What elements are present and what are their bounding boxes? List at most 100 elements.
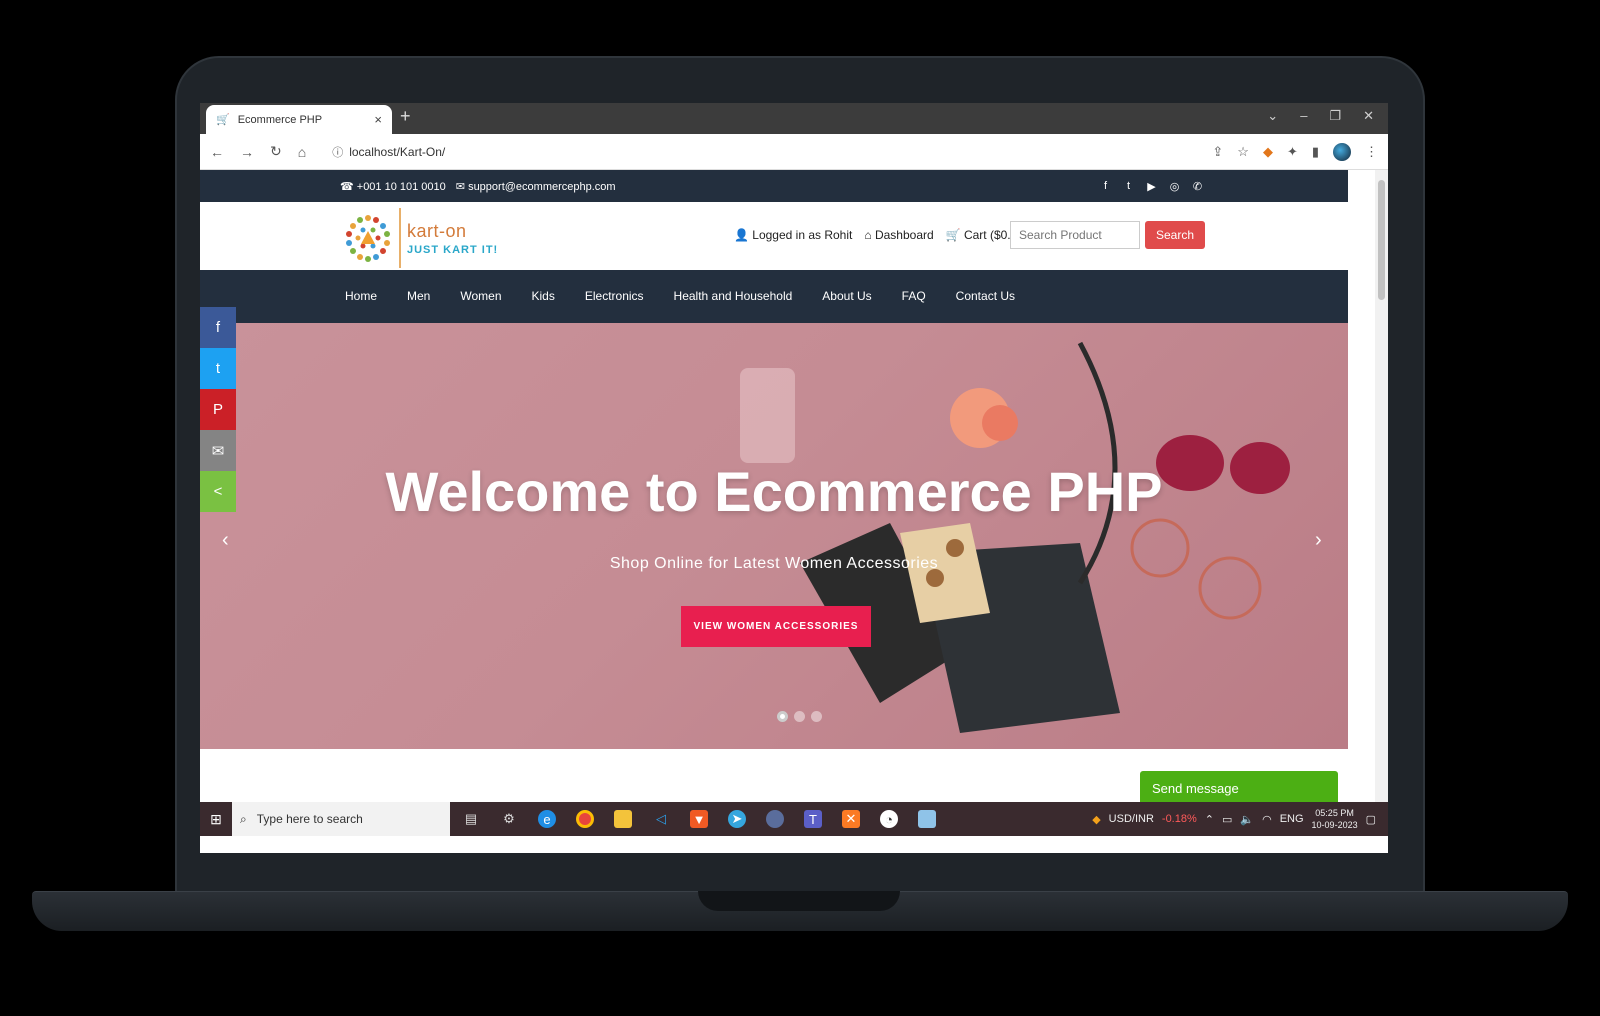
carousel-dot-1[interactable]	[777, 711, 788, 722]
twitter-icon[interactable]: t	[1123, 180, 1134, 193]
bookmark-star-icon[interactable]: ☆	[1237, 144, 1249, 160]
home-icon[interactable]: ⌂	[298, 144, 306, 160]
laptop-notch	[698, 891, 900, 911]
taskbar-apps: ▤ ⚙ e ◁ ▼ ➤ T ✕ ◔	[462, 810, 936, 828]
brand-tagline: JUST KART IT!	[407, 243, 499, 256]
nav-item-kids[interactable]: Kids	[532, 289, 555, 303]
battery-icon[interactable]: ▭	[1222, 813, 1232, 826]
email-contact[interactable]: ✉ support@ecommercephp.com	[456, 180, 616, 193]
clock-app-icon[interactable]: ◔	[880, 810, 898, 828]
main-navigation: Home Men Women Kids Electronics Health a…	[200, 270, 1348, 323]
windows-start-icon[interactable]: ⊞	[200, 811, 232, 828]
language-indicator[interactable]: ENG	[1280, 813, 1304, 825]
logged-in-label: Logged in as Rohit	[752, 228, 853, 242]
chrome-icon[interactable]	[576, 810, 594, 828]
brave-icon[interactable]: ▼	[690, 810, 708, 828]
ticker-icon: ◆	[1092, 813, 1101, 826]
share-page-icon[interactable]: ⇪	[1212, 144, 1223, 160]
back-icon[interactable]: ←	[210, 144, 224, 160]
ticker-symbol[interactable]: USD/INR	[1109, 813, 1154, 825]
notepad-icon[interactable]	[918, 810, 936, 828]
file-explorer-icon[interactable]	[614, 810, 632, 828]
maximize-button[interactable]: ❐	[1329, 108, 1341, 124]
minimize-button[interactable]: –	[1300, 108, 1307, 124]
nav-item-men[interactable]: Men	[407, 289, 430, 303]
tray-overflow-icon[interactable]: ⌃	[1205, 813, 1214, 826]
share-more-icon[interactable]: <	[200, 471, 236, 512]
side-panel-icon[interactable]: ▮	[1312, 144, 1319, 160]
browser-menu-icon[interactable]: ⋮	[1365, 144, 1378, 160]
xampp-icon[interactable]: ✕	[842, 810, 860, 828]
edge-icon[interactable]: e	[538, 810, 556, 828]
vscode-icon[interactable]: ◁	[652, 810, 670, 828]
carousel-prev-arrow[interactable]: ‹	[222, 529, 229, 552]
volume-icon[interactable]: 🔈	[1240, 813, 1254, 826]
dashboard-link[interactable]: ⌂ Dashboard	[864, 228, 933, 242]
nav-item-electronics[interactable]: Electronics	[585, 289, 644, 303]
nav-item-home[interactable]: Home	[345, 289, 377, 303]
extensions-icon[interactable]: ✦	[1287, 144, 1298, 160]
system-tray: ◆ USD/INR -0.18% ⌃ ▭ 🔈 ◠ ENG 05:25 PM 10…	[1092, 807, 1388, 831]
app-icon[interactable]	[766, 810, 784, 828]
send-message-chat-button[interactable]: Send message	[1140, 771, 1338, 802]
laptop-screen: 🛒 Ecommerce PHP × + ⌄ – ❐ ✕ ← → ↻ ⌂ ⓘ lo…	[200, 103, 1388, 853]
system-clock[interactable]: 05:25 PM 10-09-2023	[1312, 807, 1358, 831]
tab-title: Ecommerce PHP	[237, 113, 323, 126]
header-links: 👤 Logged in as Rohit ⌂ Dashboard 🛒 Cart …	[734, 228, 1028, 242]
wifi-icon[interactable]: ◠	[1262, 813, 1272, 826]
telegram-icon[interactable]: ➤	[728, 810, 746, 828]
taskbar-search[interactable]: ⌕ Type here to search	[232, 802, 450, 836]
close-window-button[interactable]: ✕	[1363, 108, 1374, 124]
url-field[interactable]: ⓘ localhost/Kart-On/	[322, 139, 1192, 165]
task-view-icon[interactable]: ▤	[462, 810, 480, 828]
nav-item-women[interactable]: Women	[460, 289, 501, 303]
search-button[interactable]: Search	[1145, 221, 1205, 249]
instagram-icon[interactable]: ◎	[1169, 180, 1180, 193]
whatsapp-icon[interactable]: ✆	[1192, 180, 1203, 193]
carousel-next-arrow[interactable]: ›	[1315, 529, 1322, 552]
nav-item-about-us[interactable]: About Us	[822, 289, 871, 303]
new-tab-button[interactable]: +	[400, 106, 411, 127]
site-info-icon[interactable]: ⓘ	[332, 144, 343, 160]
teams-icon[interactable]: T	[804, 810, 822, 828]
browser-tab-bar: 🛒 Ecommerce PHP × + ⌄ – ❐ ✕	[200, 103, 1388, 134]
logged-in-link[interactable]: 👤 Logged in as Rohit	[734, 228, 852, 242]
dashboard-label: Dashboard	[874, 228, 934, 242]
metamask-extension-icon[interactable]: ◆	[1263, 144, 1273, 160]
share-email-icon[interactable]: ✉	[200, 430, 236, 471]
profile-avatar[interactable]	[1333, 142, 1351, 161]
page-scrollbar[interactable]	[1375, 170, 1388, 802]
hero-background-image	[740, 341, 1290, 733]
settings-icon[interactable]: ⚙	[500, 810, 518, 828]
carousel-dot-3[interactable]	[811, 711, 822, 722]
close-tab-icon[interactable]: ×	[374, 112, 382, 127]
logo-dots-icon	[346, 215, 390, 262]
ticker-change: -0.18%	[1161, 813, 1197, 825]
youtube-icon[interactable]: ▶	[1146, 180, 1157, 193]
notification-icon[interactable]: ▢	[1366, 813, 1376, 826]
nav-item-contact-us[interactable]: Contact Us	[956, 289, 1015, 303]
forward-icon[interactable]: →	[240, 144, 254, 160]
product-search-input[interactable]	[1010, 221, 1140, 249]
scrollbar-thumb[interactable]	[1378, 180, 1385, 300]
view-women-accessories-button[interactable]: VIEW WOMEN ACCESSORIES	[681, 606, 871, 647]
browser-tab[interactable]: 🛒 Ecommerce PHP ×	[206, 105, 392, 134]
reload-icon[interactable]: ↻	[270, 143, 282, 160]
hero-title: Welcome to Ecommerce PHP	[385, 460, 1163, 523]
share-facebook-icon[interactable]: f	[200, 307, 236, 348]
nav-item-faq[interactable]: FAQ	[902, 289, 926, 303]
facebook-icon[interactable]: f	[1100, 180, 1111, 193]
nav-item-health-household[interactable]: Health and Household	[674, 289, 793, 303]
share-twitter-icon[interactable]: t	[200, 348, 236, 389]
cart-favicon-icon: 🛒	[216, 114, 230, 126]
tab-search-icon[interactable]: ⌄	[1267, 108, 1278, 124]
carousel-dot-2[interactable]	[794, 711, 805, 722]
share-pinterest-icon[interactable]: P	[200, 389, 236, 430]
window-controls: ⌄ – ❐ ✕	[1267, 108, 1374, 124]
clock-date: 10-09-2023	[1311, 820, 1358, 830]
site-header: kart-on JUST KART IT! 👤 Logged in as Roh…	[200, 202, 1348, 270]
site-logo[interactable]: kart-on JUST KART IT!	[343, 208, 498, 268]
search-icon: ⌕	[240, 811, 247, 826]
carousel-indicators	[777, 711, 822, 722]
social-links: f t ▶ ◎ ✆	[1100, 180, 1203, 193]
